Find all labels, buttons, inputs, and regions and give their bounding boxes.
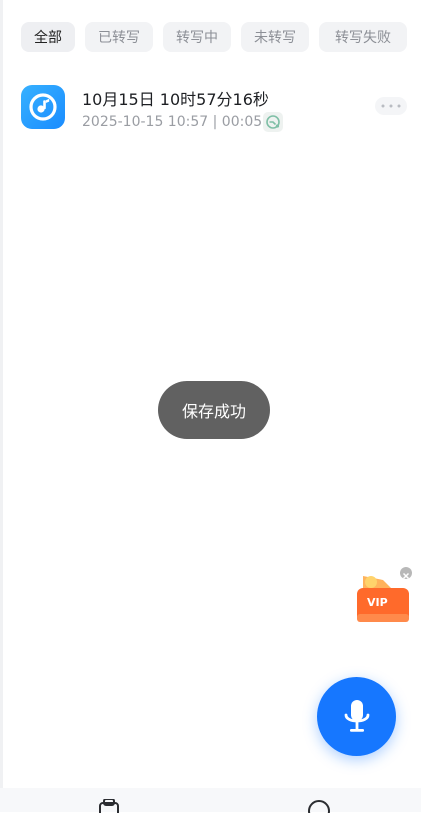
audio-file-icon bbox=[21, 85, 65, 129]
microphone-icon bbox=[344, 699, 369, 732]
filter-not-transcribed[interactable]: 未转写 bbox=[241, 22, 309, 52]
files-tab-icon[interactable] bbox=[96, 798, 122, 817]
meta-separator: | bbox=[212, 114, 218, 130]
vip-label: VIP bbox=[367, 596, 388, 609]
profile-tab-icon[interactable] bbox=[306, 798, 332, 817]
save-success-toast: 保存成功 bbox=[158, 381, 270, 439]
recording-datetime: 2025-10-15 10:57 bbox=[82, 114, 209, 130]
link-icon bbox=[263, 112, 283, 132]
filter-failed[interactable]: 转写失败 bbox=[319, 22, 407, 52]
more-options-button[interactable] bbox=[375, 97, 407, 115]
close-icon[interactable] bbox=[400, 567, 412, 580]
filter-transcribing[interactable]: 转写中 bbox=[163, 22, 231, 52]
more-dots-icon bbox=[381, 104, 401, 108]
recording-meta: 2025-10-15 10:57 | 00:05 bbox=[82, 114, 262, 130]
bottom-navigation bbox=[0, 788, 421, 817]
filter-all[interactable]: 全部 bbox=[21, 22, 75, 52]
recording-title: 10月15日 10时57分16秒 bbox=[82, 90, 269, 109]
filter-tabs: 全部 已转写 转写中 未转写 转写失败 bbox=[21, 22, 407, 52]
recording-duration: 00:05 bbox=[221, 114, 263, 130]
filter-transcribed[interactable]: 已转写 bbox=[85, 22, 153, 52]
recording-item[interactable]: 10月15日 10时57分16秒 2025-10-15 10:57 | 00:0… bbox=[0, 80, 421, 140]
record-mic-button[interactable] bbox=[317, 677, 396, 756]
